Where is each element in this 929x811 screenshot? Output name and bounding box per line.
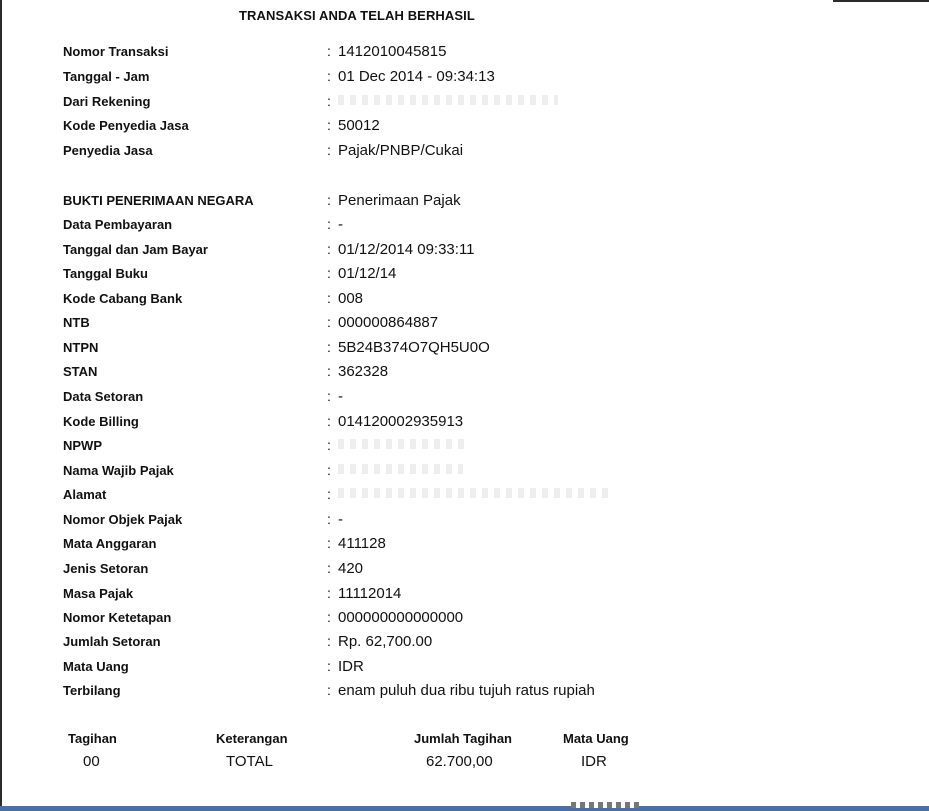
field-value: IDR bbox=[338, 657, 364, 675]
field-value: 11112014 bbox=[338, 584, 402, 602]
field-value: Penerimaan Pajak bbox=[338, 191, 461, 209]
field-separator: : bbox=[327, 413, 331, 429]
field-value: - bbox=[338, 387, 343, 405]
field-separator: : bbox=[327, 68, 331, 84]
field-label: Nomor Transaksi bbox=[63, 43, 169, 59]
field-label: STAN bbox=[63, 363, 98, 379]
field-label: Nama Wajib Pajak bbox=[63, 462, 174, 478]
field-separator: : bbox=[327, 535, 331, 551]
field-separator: : bbox=[327, 241, 331, 257]
field-label: Nomor Ketetapan bbox=[63, 609, 172, 625]
field-separator: : bbox=[327, 43, 331, 59]
field-value: 01/12/2014 09:33:11 bbox=[338, 240, 475, 258]
bill-cell-keterangan: TOTAL bbox=[226, 753, 273, 770]
field-label: Data Setoran bbox=[63, 388, 144, 404]
bill-header-tagihan: Tagihan bbox=[68, 731, 117, 746]
field-label: NTB bbox=[63, 314, 90, 330]
field-separator: : bbox=[327, 633, 331, 649]
field-separator: : bbox=[327, 142, 331, 158]
field-label: Jenis Setoran bbox=[63, 560, 149, 576]
redacted-value bbox=[338, 488, 608, 498]
field-label: Mata Anggaran bbox=[63, 535, 157, 551]
receipt-title: TRANSAKSI ANDA TELAH BERHASIL bbox=[239, 8, 475, 23]
field-value: 362328 bbox=[338, 362, 389, 380]
redacted-value bbox=[338, 464, 463, 474]
field-value: 000000000000000 bbox=[338, 608, 464, 626]
receipt-page: TRANSAKSI ANDA TELAH BERHASIL Nomor Tran… bbox=[0, 0, 929, 811]
bill-header-jumlah-tagihan: Jumlah Tagihan bbox=[414, 731, 512, 746]
field-label: Masa Pajak bbox=[63, 585, 134, 601]
field-label: Jumlah Setoran bbox=[63, 633, 161, 649]
field-value: 50012 bbox=[338, 116, 380, 134]
field-separator: : bbox=[327, 486, 331, 502]
field-value: 01/12/14 bbox=[338, 264, 397, 282]
cut-off-text-fragment bbox=[571, 802, 639, 808]
field-separator: : bbox=[327, 216, 331, 232]
field-value: Rp. 62,700.00 bbox=[338, 632, 433, 650]
field-value: 014120002935913 bbox=[338, 412, 464, 430]
field-separator: : bbox=[327, 290, 331, 306]
field-separator: : bbox=[327, 339, 331, 355]
field-value: 5B24B374O7QH5U0O bbox=[338, 338, 490, 356]
field-separator: : bbox=[327, 117, 331, 133]
field-value: enam puluh dua ribu tujuh ratus rupiah bbox=[338, 681, 595, 699]
bill-cell-jumlah-tagihan: 62.700,00 bbox=[426, 753, 493, 770]
bill-header-keterangan: Keterangan bbox=[216, 731, 288, 746]
field-separator: : bbox=[327, 609, 331, 625]
field-label: Terbilang bbox=[63, 682, 121, 698]
redacted-value bbox=[338, 439, 468, 449]
field-label: Tanggal dan Jam Bayar bbox=[63, 241, 208, 257]
field-label: Penyedia Jasa bbox=[63, 142, 153, 158]
page-bottom-border bbox=[0, 806, 929, 811]
field-separator: : bbox=[327, 682, 331, 698]
field-label: Data Pembayaran bbox=[63, 216, 173, 232]
field-label: BUKTI PENERIMAAN NEGARA bbox=[63, 192, 254, 208]
field-separator: : bbox=[327, 437, 331, 453]
field-value: 1412010045815 bbox=[338, 42, 447, 60]
field-separator: : bbox=[327, 560, 331, 576]
field-label: Nomor Objek Pajak bbox=[63, 511, 183, 527]
field-value: 420 bbox=[338, 559, 364, 577]
field-value: 01 Dec 2014 - 09:34:13 bbox=[338, 67, 495, 85]
field-label: NTPN bbox=[63, 339, 99, 355]
field-value: - bbox=[338, 215, 343, 233]
field-value: Pajak/PNBP/Cukai bbox=[338, 141, 464, 159]
field-label: Mata Uang bbox=[63, 658, 129, 674]
field-separator: : bbox=[327, 511, 331, 527]
field-separator: : bbox=[327, 462, 331, 478]
field-value: 008 bbox=[338, 289, 364, 307]
field-separator: : bbox=[327, 585, 331, 601]
field-label: Tanggal - Jam bbox=[63, 68, 150, 84]
field-label: Alamat bbox=[63, 486, 107, 502]
field-label: Dari Rekening bbox=[63, 93, 151, 109]
field-label: Kode Penyedia Jasa bbox=[63, 117, 189, 133]
page-top-border bbox=[833, 0, 929, 2]
field-label: NPWP bbox=[63, 437, 102, 453]
field-separator: : bbox=[327, 658, 331, 674]
field-label: Kode Cabang Bank bbox=[63, 290, 183, 306]
field-value: 000000864887 bbox=[338, 313, 439, 331]
field-value: 411128 bbox=[338, 534, 386, 552]
field-label: Tanggal Buku bbox=[63, 265, 148, 281]
field-label: Kode Billing bbox=[63, 413, 139, 429]
field-separator: : bbox=[327, 363, 331, 379]
bill-header-mata-uang: Mata Uang bbox=[563, 731, 629, 746]
bill-cell-mata-uang: IDR bbox=[581, 753, 607, 770]
field-separator: : bbox=[327, 93, 331, 109]
field-value: - bbox=[338, 510, 343, 528]
field-separator: : bbox=[327, 388, 331, 404]
redacted-value bbox=[338, 95, 558, 105]
bill-cell-tagihan: 00 bbox=[83, 753, 100, 770]
field-separator: : bbox=[327, 314, 331, 330]
field-separator: : bbox=[327, 265, 331, 281]
field-separator: : bbox=[327, 192, 331, 208]
page-left-border bbox=[0, 0, 2, 811]
